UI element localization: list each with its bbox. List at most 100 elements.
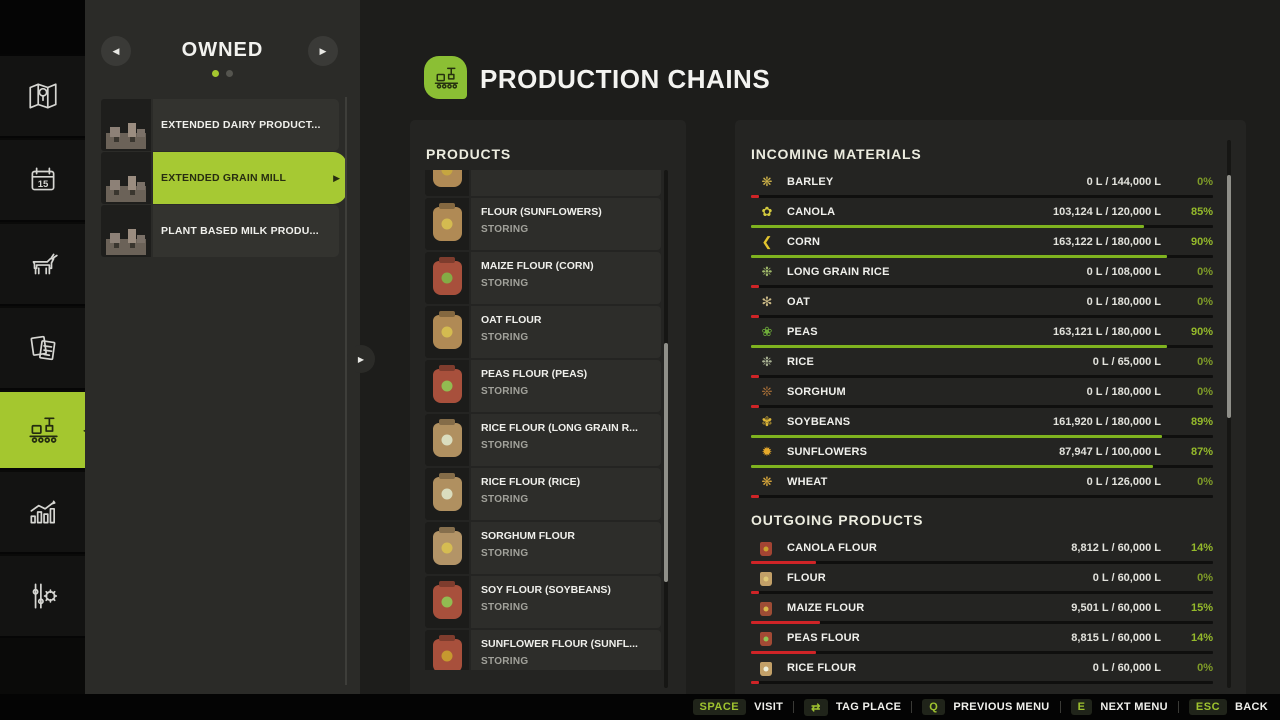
material-amount: 103,124 L / 120,000 L <box>1053 206 1161 218</box>
material-percent: 87% <box>1191 446 1213 458</box>
product-status: STORING <box>481 602 651 613</box>
owned-building-item[interactable]: EXTENDED GRAIN MILL ▶ <box>101 152 339 204</box>
building-thumbnail <box>101 205 151 257</box>
statistics-icon <box>26 495 60 529</box>
map-icon <box>26 79 60 113</box>
flour-sack-icon <box>433 207 462 241</box>
material-progress-fill <box>751 681 759 684</box>
product-status: STORING <box>481 332 651 343</box>
owned-building-item[interactable]: EXTENDED DAIRY PRODUCT... <box>101 99 339 151</box>
sidebar-item-map[interactable] <box>0 56 85 138</box>
material-percent: 90% <box>1191 326 1213 338</box>
product-name: SORGHUM FLOUR <box>481 530 651 542</box>
building-thumbnail <box>101 99 151 151</box>
wheat-icon: ❋ <box>759 474 775 490</box>
material-amount: 0 L / 180,000 L <box>1087 386 1161 398</box>
q-key: Q <box>922 699 945 715</box>
material-row: ❊ SORGHUM 0 L / 180,000 L 0% <box>751 382 1213 412</box>
product-name: SOY FLOUR (SOYBEANS) <box>481 584 651 596</box>
product-list-item[interactable]: FLOUR (SUNFLOWERS) STORING <box>425 198 661 250</box>
material-percent: 0% <box>1197 572 1213 584</box>
e-key: E <box>1071 699 1093 715</box>
hotkey-visit: SPACE VISIT <box>693 699 784 715</box>
hotkey-previous-menu: Q PREVIOUS MENU <box>922 699 1049 715</box>
material-row: FLOUR 0 L / 60,000 L 0% <box>751 568 1213 598</box>
material-progress-track <box>751 345 1213 348</box>
material-name: BARLEY <box>787 176 833 188</box>
material-progress-track <box>751 315 1213 318</box>
material-name: RICE FLOUR <box>787 662 856 674</box>
outgoing-products-list: CANOLA FLOUR 8,812 L / 60,000 L 14% FLOU… <box>751 538 1213 688</box>
material-progress-fill <box>751 435 1162 438</box>
product-status: STORING <box>481 656 651 667</box>
material-name: OAT <box>787 296 810 308</box>
product-list-item[interactable]: OAT FLOUR STORING <box>425 306 661 358</box>
material-progress-fill <box>751 315 759 318</box>
outgoing-products-header: OUTGOING PRODUCTS <box>751 512 923 528</box>
product-list-item[interactable]: PEAS FLOUR (PEAS) STORING <box>425 360 661 412</box>
sidebar-item-settings[interactable] <box>0 556 85 638</box>
material-row: PEAS FLOUR 8,815 L / 60,000 L 14% <box>751 628 1213 658</box>
flour-sack-icon <box>433 639 462 670</box>
hotkey-bar: SPACE VISIT ⇄ TAG PLACE Q PREVIOUS MENU … <box>0 694 1280 720</box>
sidebar-item-production[interactable] <box>0 392 85 470</box>
material-percent: 89% <box>1191 416 1213 428</box>
owned-building-item[interactable]: PLANT BASED MILK PRODU... <box>101 205 339 257</box>
material-progress-fill <box>751 591 759 594</box>
sidebar-item-calendar[interactable]: 15 <box>0 140 85 222</box>
material-name: RICE <box>787 356 814 368</box>
page-title: PRODUCTION CHAINS <box>480 64 770 95</box>
material-progress-fill <box>751 285 759 288</box>
materials-scrollbar-thumb[interactable] <box>1227 175 1231 418</box>
building-label: EXTENDED GRAIN MILL <box>161 172 286 184</box>
material-progress-track <box>751 681 1213 684</box>
selected-arrow-icon: ▶ <box>333 173 340 184</box>
incoming-materials-list: ❋ BARLEY 0 L / 144,000 L 0% ✿ CANOLA 103… <box>751 172 1213 502</box>
material-progress-track <box>751 195 1213 198</box>
product-list-item[interactable]: RICE FLOUR (LONG GRAIN R... STORING <box>425 414 661 466</box>
material-progress-fill <box>751 561 816 564</box>
material-row: ✻ OAT 0 L / 180,000 L 0% <box>751 292 1213 322</box>
product-list-item[interactable]: SORGHUM FLOUR STORING <box>425 522 661 574</box>
material-progress-track <box>751 621 1213 624</box>
sidebar-item-statistics[interactable] <box>0 472 85 554</box>
flour-sack-icon <box>433 477 462 511</box>
product-status: STORING <box>481 494 651 505</box>
owned-scrollbar[interactable] <box>345 97 347 685</box>
sidebar-item-prices[interactable] <box>0 308 85 390</box>
hotkey-tag-place: ⇄ TAG PLACE <box>804 699 901 716</box>
product-list-item[interactable]: STORING <box>425 170 661 196</box>
material-row: ✾ SOYBEANS 161,920 L / 180,000 L 89% <box>751 412 1213 442</box>
material-row: ❮ CORN 163,122 L / 180,000 L 90% <box>751 232 1213 262</box>
material-name: CORN <box>787 236 820 248</box>
material-row: CANOLA FLOUR 8,812 L / 60,000 L 14% <box>751 538 1213 568</box>
documents-icon <box>26 331 60 365</box>
material-progress-track <box>751 285 1213 288</box>
material-amount: 8,812 L / 60,000 L <box>1071 542 1161 554</box>
product-list-item[interactable]: SUNFLOWER FLOUR (SUNFL... STORING <box>425 630 661 670</box>
material-progress-track <box>751 495 1213 498</box>
panel-expand-arrow[interactable]: ▶ <box>347 345 375 373</box>
material-name: FLOUR <box>787 572 826 584</box>
flour-sack-icon <box>433 170 462 187</box>
material-name: SOYBEANS <box>787 416 850 428</box>
product-thumbnail <box>425 306 469 358</box>
canola-flour-sack-icon <box>760 542 772 556</box>
flour-sack-icon <box>433 315 462 349</box>
material-progress-track <box>751 561 1213 564</box>
product-thumbnail <box>425 522 469 574</box>
sidebar-item-animals[interactable] <box>0 224 85 306</box>
corn-icon: ❮ <box>759 234 775 250</box>
products-scrollbar-thumb[interactable] <box>664 343 668 582</box>
product-list-item[interactable]: RICE FLOUR (RICE) STORING <box>425 468 661 520</box>
product-list-item[interactable]: MAIZE FLOUR (CORN) STORING <box>425 252 661 304</box>
product-list-item[interactable]: SOY FLOUR (SOYBEANS) STORING <box>425 576 661 628</box>
page-dot-active <box>212 70 219 77</box>
product-list: STORING FLOUR (SUNFLOWERS) STORING MAIZE… <box>425 170 661 670</box>
product-status: STORING <box>481 224 651 235</box>
incoming-materials-header: INCOMING MATERIALS <box>751 146 921 162</box>
material-amount: 163,122 L / 180,000 L <box>1053 236 1161 248</box>
material-row: ✿ CANOLA 103,124 L / 120,000 L 85% <box>751 202 1213 232</box>
material-progress-track <box>751 435 1213 438</box>
product-name: FLOUR (SUNFLOWERS) <box>481 206 651 218</box>
